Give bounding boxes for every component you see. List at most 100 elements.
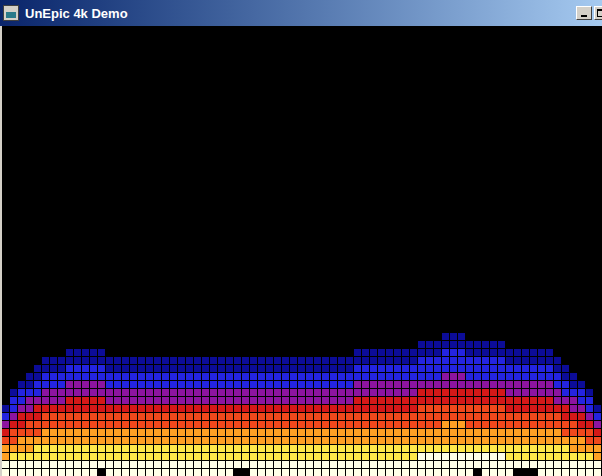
fire-cell bbox=[90, 405, 97, 412]
fire-cell bbox=[570, 373, 577, 380]
fire-cell bbox=[426, 461, 433, 468]
fire-cell bbox=[98, 421, 105, 428]
fire-cell bbox=[554, 429, 561, 436]
fire-cell bbox=[466, 469, 473, 476]
fire-cell bbox=[554, 365, 561, 372]
fire-cell bbox=[26, 405, 33, 412]
fire-cell bbox=[538, 405, 545, 412]
fire-cell bbox=[378, 373, 385, 380]
fire-cell bbox=[50, 381, 57, 388]
fire-cell bbox=[530, 445, 537, 452]
fire-cell bbox=[586, 405, 593, 412]
fire-cell bbox=[418, 397, 425, 404]
fire-cell bbox=[234, 421, 241, 428]
fire-cell bbox=[546, 373, 553, 380]
fire-column bbox=[578, 381, 585, 476]
fire-cell bbox=[186, 381, 193, 388]
fire-cell bbox=[482, 349, 489, 356]
fire-cell bbox=[42, 389, 49, 396]
fire-cell bbox=[386, 413, 393, 420]
fire-cell bbox=[466, 397, 473, 404]
fire-cell bbox=[378, 429, 385, 436]
fire-cell bbox=[434, 389, 441, 396]
fire-cell bbox=[66, 357, 73, 364]
fire-cell bbox=[530, 381, 537, 388]
fire-cell bbox=[138, 365, 145, 372]
fire-cell bbox=[338, 405, 345, 412]
fire-cell bbox=[298, 397, 305, 404]
fire-cell bbox=[354, 365, 361, 372]
fire-cell bbox=[146, 469, 153, 476]
fire-cell bbox=[90, 389, 97, 396]
fire-cell bbox=[202, 429, 209, 436]
fire-cell bbox=[66, 445, 73, 452]
fire-cell bbox=[498, 349, 505, 356]
fire-cell bbox=[394, 421, 401, 428]
fire-cell bbox=[322, 389, 329, 396]
fire-cell bbox=[490, 453, 497, 460]
fire-cell bbox=[250, 429, 257, 436]
fire-cell bbox=[498, 453, 505, 460]
fire-cell bbox=[530, 389, 537, 396]
fire-cell bbox=[346, 453, 353, 460]
fire-cell bbox=[130, 445, 137, 452]
fire-cell bbox=[106, 389, 113, 396]
fire-cell bbox=[450, 357, 457, 364]
fire-cell bbox=[354, 469, 361, 476]
fire-cell bbox=[114, 429, 121, 436]
fire-cell bbox=[546, 357, 553, 364]
fire-cell bbox=[282, 413, 289, 420]
fire-cell bbox=[378, 381, 385, 388]
fire-cell bbox=[138, 389, 145, 396]
fire-cell bbox=[538, 365, 545, 372]
fire-column bbox=[498, 341, 505, 476]
fire-cell bbox=[242, 461, 249, 468]
fire-cell bbox=[114, 365, 121, 372]
fire-column bbox=[50, 357, 57, 476]
fire-cell bbox=[466, 405, 473, 412]
fire-cell bbox=[386, 445, 393, 452]
fire-cell bbox=[242, 389, 249, 396]
fire-cell bbox=[74, 437, 81, 444]
fire-cell bbox=[154, 389, 161, 396]
fire-cell bbox=[258, 461, 265, 468]
fire-cell bbox=[178, 421, 185, 428]
fire-cell bbox=[410, 437, 417, 444]
fire-cell bbox=[378, 389, 385, 396]
minimize-button[interactable] bbox=[576, 6, 592, 20]
fire-column bbox=[538, 349, 545, 476]
fire-cell bbox=[194, 437, 201, 444]
fire-cell bbox=[266, 421, 273, 428]
fire-column bbox=[442, 333, 449, 476]
fire-cell bbox=[354, 389, 361, 396]
fire-cell bbox=[274, 397, 281, 404]
fire-cell bbox=[42, 421, 49, 428]
fire-column bbox=[362, 349, 369, 476]
fire-cell bbox=[82, 381, 89, 388]
fire-cell bbox=[138, 405, 145, 412]
fire-cell bbox=[34, 373, 41, 380]
fire-cell bbox=[258, 421, 265, 428]
fire-cell bbox=[114, 405, 121, 412]
fire-cell bbox=[250, 445, 257, 452]
fire-cell bbox=[42, 397, 49, 404]
fire-cell bbox=[434, 413, 441, 420]
fire-cell bbox=[82, 365, 89, 372]
fire-cell bbox=[506, 461, 513, 468]
fire-cell bbox=[330, 373, 337, 380]
title-bar[interactable]: UnEpic 4k Demo bbox=[0, 0, 602, 26]
fire-cell bbox=[306, 437, 313, 444]
fire-cell bbox=[474, 373, 481, 380]
fire-cell bbox=[298, 365, 305, 372]
fire-cell bbox=[130, 373, 137, 380]
fire-cell bbox=[506, 381, 513, 388]
fire-cell bbox=[98, 429, 105, 436]
fire-cell bbox=[434, 461, 441, 468]
maximize-button[interactable] bbox=[594, 6, 602, 20]
fire-cell bbox=[34, 389, 41, 396]
fire-cell bbox=[450, 421, 457, 428]
fire-cell bbox=[154, 453, 161, 460]
fire-cell bbox=[2, 453, 9, 460]
fire-cell bbox=[594, 453, 601, 460]
fire-cell bbox=[434, 341, 441, 348]
